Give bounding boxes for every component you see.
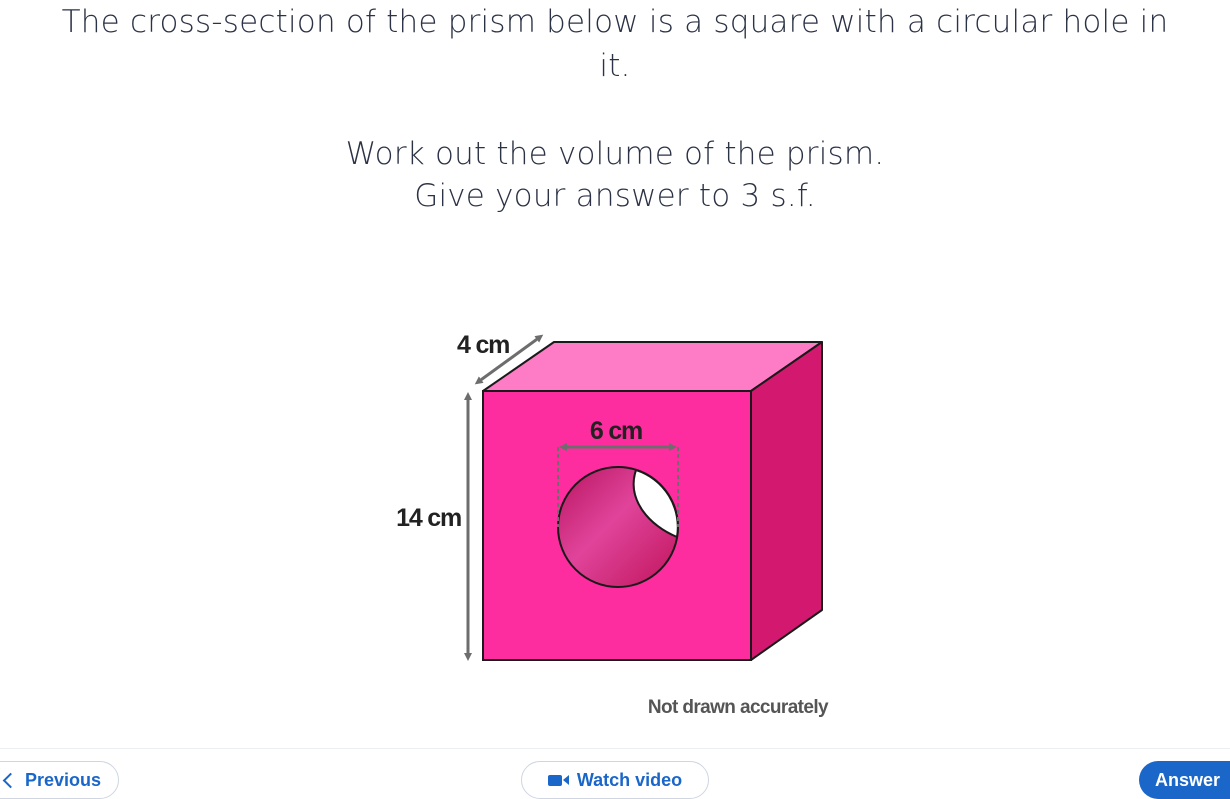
diameter-label: 6 cm bbox=[590, 417, 642, 445]
prism-figure: 6 cm 14 cm 4 cm Not drawn accurately bbox=[380, 320, 850, 730]
video-camera-icon bbox=[547, 774, 569, 786]
question-line-3: Work out the volume of the prism. bbox=[345, 136, 885, 172]
prism-side-face bbox=[750, 341, 823, 661]
watch-video-button[interactable]: Watch video bbox=[521, 761, 709, 799]
previous-label: Previous bbox=[25, 769, 102, 790]
height-label: 14 cm bbox=[396, 504, 461, 532]
answer-label: Answer bbox=[1155, 769, 1221, 790]
question-line-2: it. bbox=[599, 48, 631, 84]
question-line-1: The cross-section of the prism below is … bbox=[61, 4, 1169, 40]
watch-video-label: Watch video bbox=[576, 769, 683, 790]
previous-button[interactable]: Previous bbox=[0, 761, 119, 799]
depth-label: 4 cm bbox=[457, 331, 509, 359]
question-line-4: Give your answer to 3 s.f. bbox=[414, 178, 816, 214]
answer-button[interactable]: Answer bbox=[1139, 761, 1230, 799]
not-drawn-accurately-note: Not drawn accurately bbox=[648, 697, 829, 718]
footer-divider bbox=[0, 748, 1230, 749]
chevron-left-icon bbox=[2, 772, 19, 788]
